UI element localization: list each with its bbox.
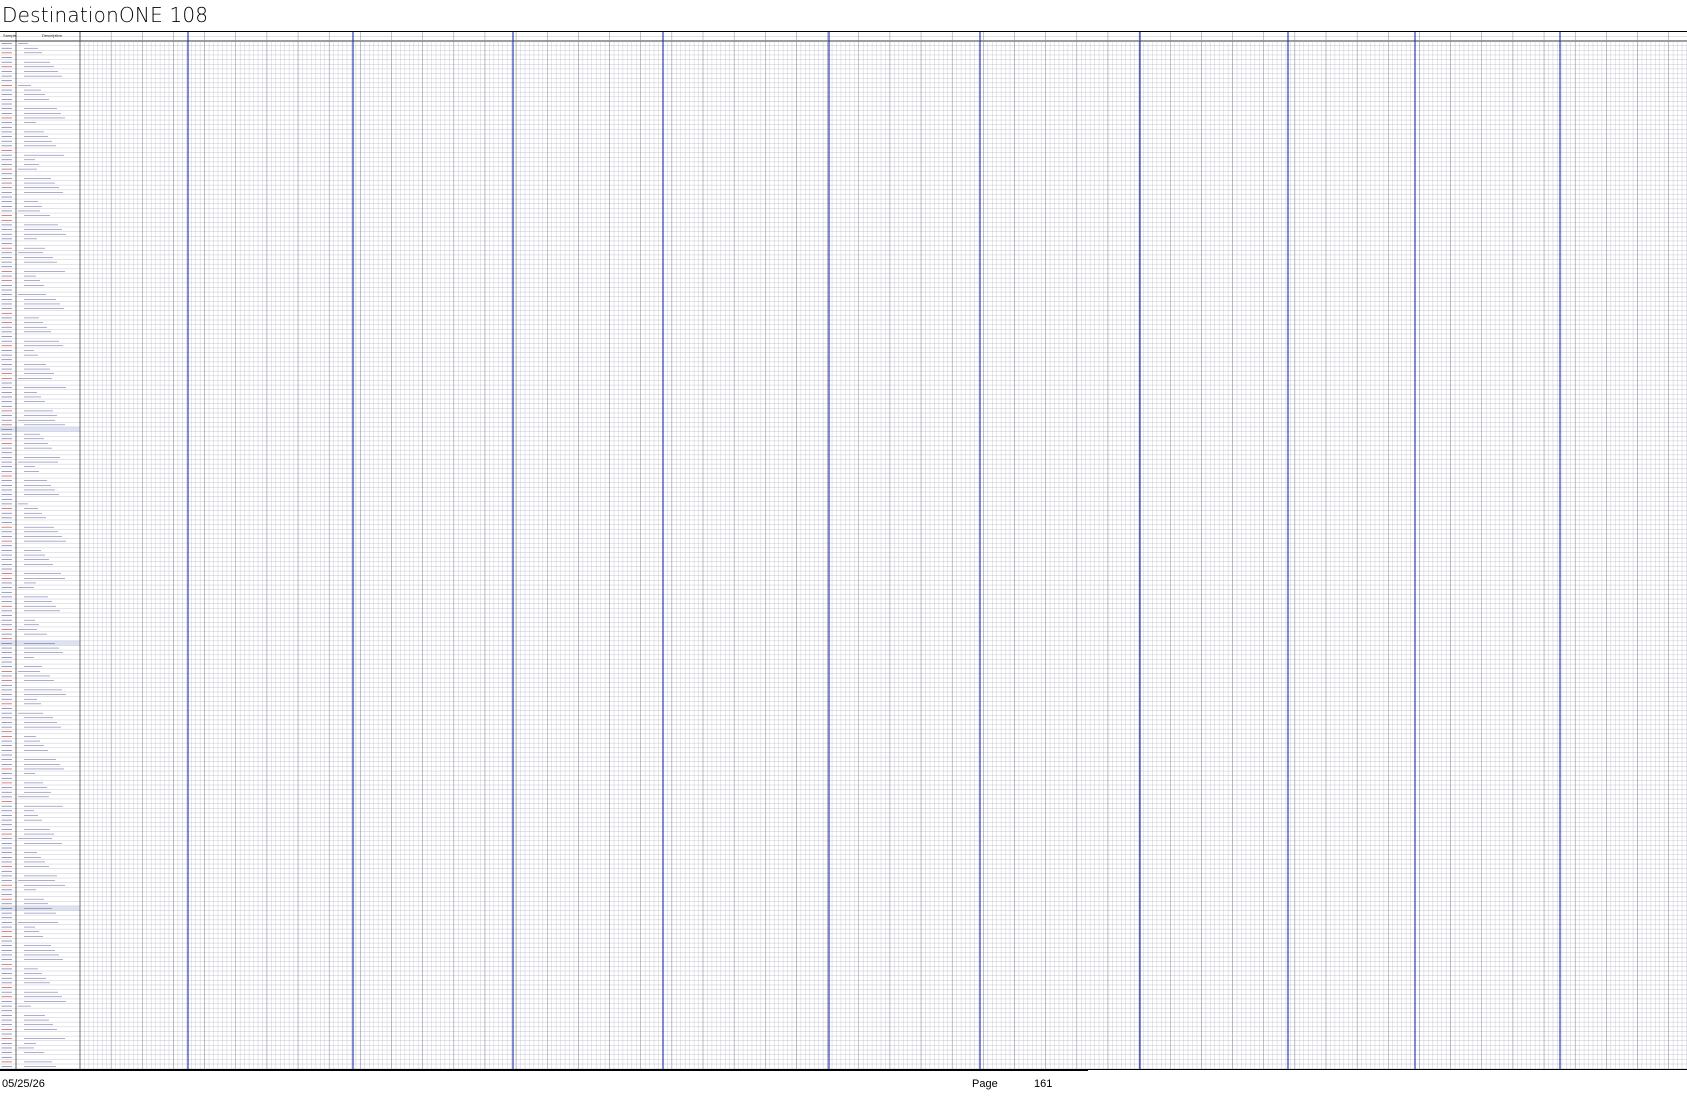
footer-page-label: Page <box>972 1078 998 1090</box>
document-title: DestinationONE 108 <box>2 3 209 27</box>
schedule-sheet: Sample Description <box>0 31 1687 1070</box>
grid-header-description: Description <box>42 33 62 38</box>
footer-divider <box>0 1070 1088 1071</box>
schedule-grid: Sample Description <box>0 32 1687 1069</box>
footer-date: 05/25/26 <box>2 1078 45 1090</box>
footer-page-number: 161 <box>1034 1078 1053 1090</box>
grid-header-sample: Sample <box>3 33 17 38</box>
